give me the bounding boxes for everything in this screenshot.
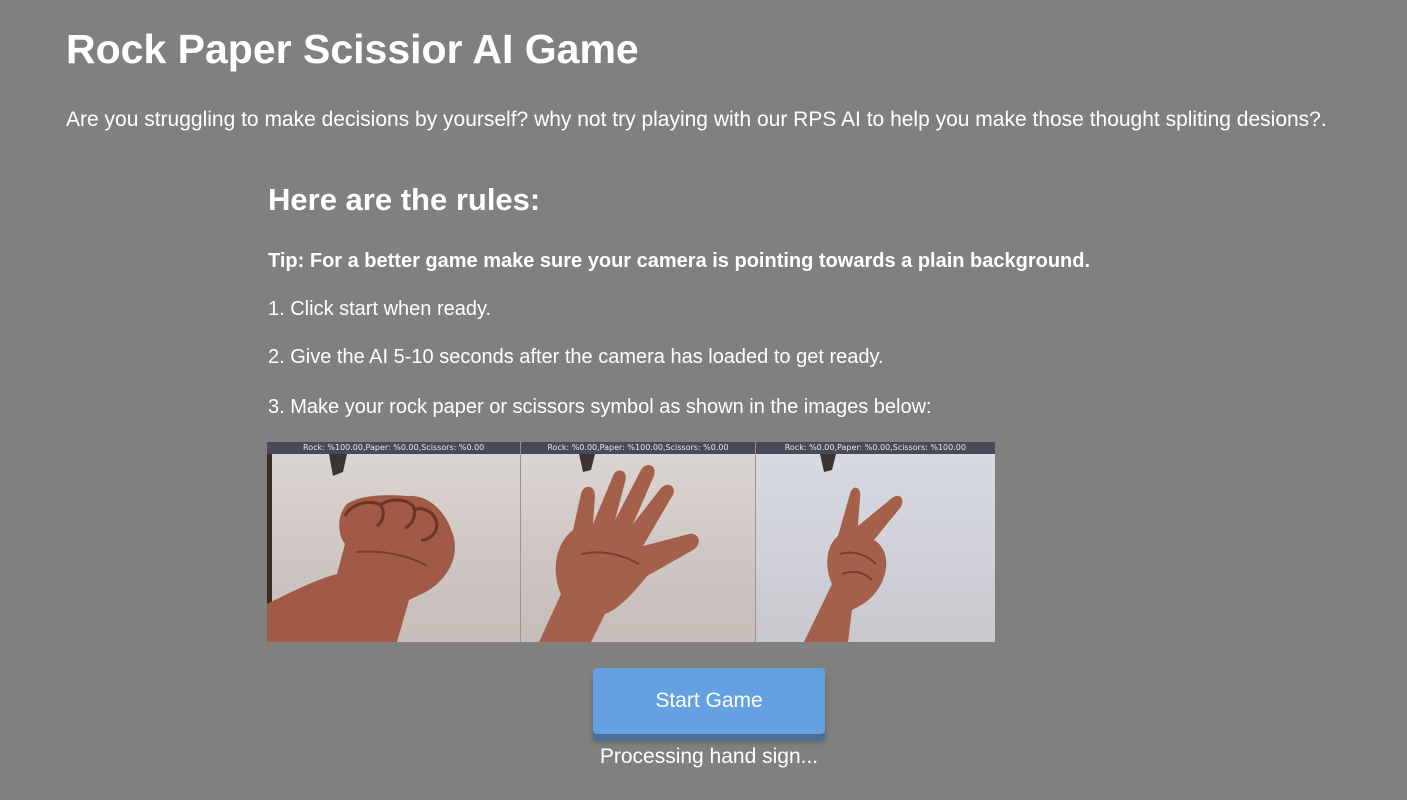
gesture-examples-image: Rock: %100.00,Paper: %0.00,Scissors: %0.… [267, 442, 995, 642]
intro-text: Are you struggling to make decisions by … [66, 108, 1327, 131]
scissors-example-panel: Rock: %0.00,Paper: %0.00,Scissors: %100.… [754, 442, 995, 642]
rules-heading: Here are the rules: [268, 182, 541, 217]
paper-hand-icon [539, 454, 700, 642]
scissors-hand-icon [803, 454, 903, 642]
rock-prediction-label: Rock: %100.00,Paper: %0.00,Scissors: %0.… [267, 442, 521, 454]
scissors-prediction-label: Rock: %0.00,Paper: %0.00,Scissors: %100.… [755, 442, 995, 454]
rock-example-panel: Rock: %100.00,Paper: %0.00,Scissors: %0.… [267, 442, 521, 642]
page: Rock Paper Scissior AI Game Are you stru… [0, 0, 1407, 800]
page-title: Rock Paper Scissior AI Game [66, 26, 639, 72]
rules-section: Here are the rules: Tip: For a better ga… [268, 182, 1268, 418]
paper-prediction-label: Rock: %0.00,Paper: %100.00,Scissors: %0.… [521, 442, 755, 454]
camera-tip: Tip: For a better game make sure your ca… [268, 250, 1091, 272]
rule-step-3: 3. Make your rock paper or scissors symb… [268, 396, 932, 418]
rock-hand-icon [267, 454, 455, 642]
start-game-button[interactable]: Start Game [593, 668, 825, 734]
paper-example-panel: Rock: %0.00,Paper: %100.00,Scissors: %0.… [520, 442, 755, 642]
processing-status: Processing hand sign... [599, 745, 819, 768]
rule-step-1: 1. Click start when ready. [268, 298, 492, 320]
rule-step-2: 2. Give the AI 5-10 seconds after the ca… [268, 346, 884, 368]
